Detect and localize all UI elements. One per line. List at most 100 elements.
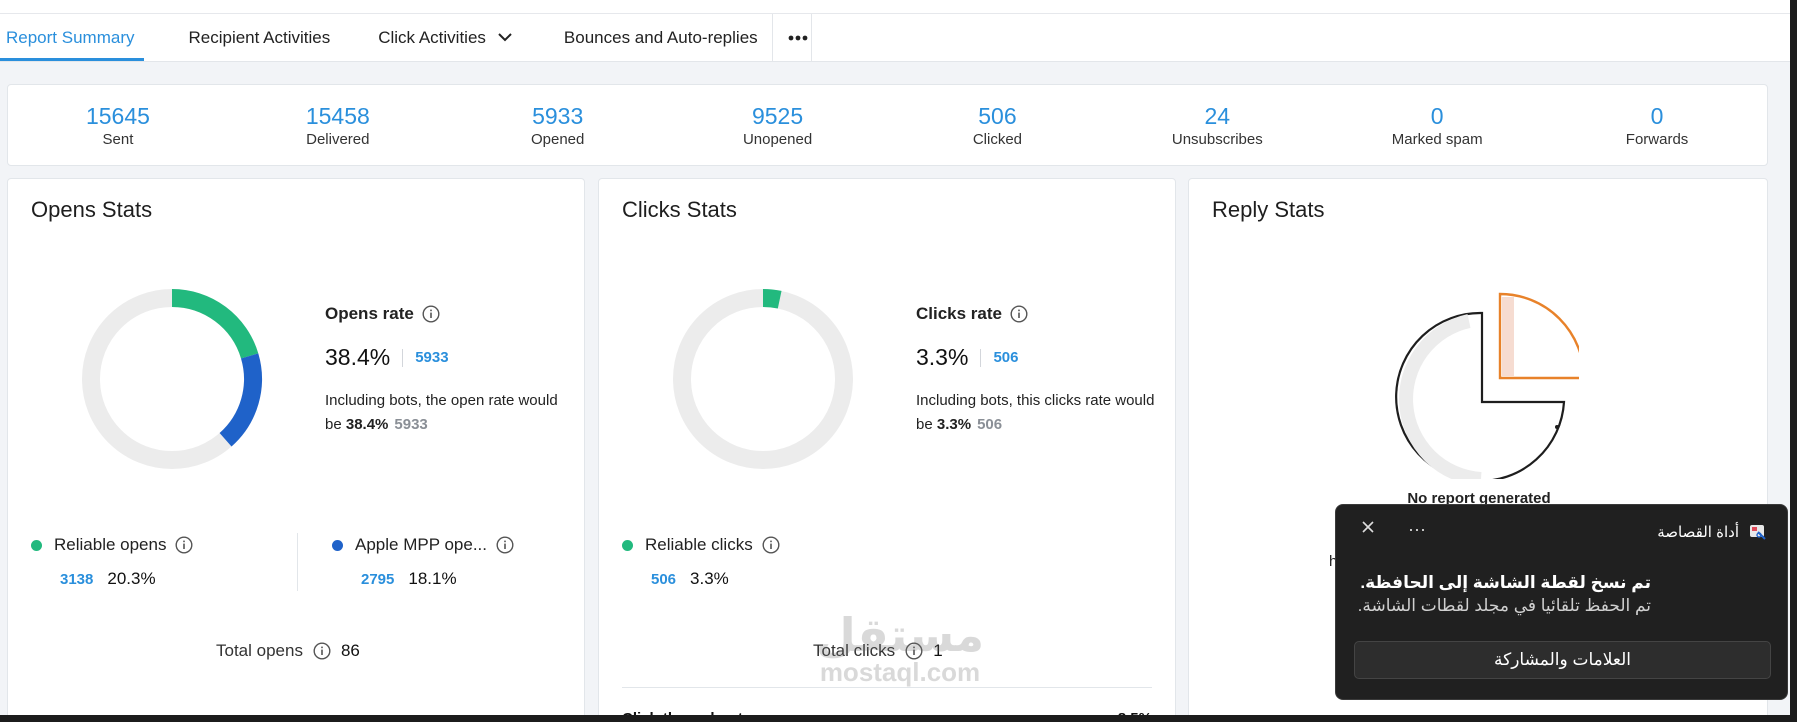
total-label: Total clicks (813, 641, 896, 660)
stat-value: 15458 (305, 103, 370, 129)
snipping-tool-notification: أداة القصاصة ··· تم نسخ لقطة الشاشة إلى … (1335, 504, 1788, 700)
stat-forwards[interactable]: 0 Forwards (1547, 85, 1767, 165)
opens-donut-chart (82, 289, 262, 469)
clicks-rate-title: Clicks rate (916, 304, 1156, 324)
legend-dot (332, 539, 343, 551)
legend-count[interactable]: 506 (651, 571, 676, 588)
bottom-edge (0, 715, 1797, 722)
stat-unsubscribes[interactable]: 24 Unsubscribes (1107, 85, 1327, 165)
empty-pie-illustration (1395, 292, 1579, 479)
legend-values-reliable-opens: 3138 20.3% (60, 569, 156, 589)
info-icon[interactable] (762, 536, 780, 554)
desc-count: 506 (977, 416, 1003, 433)
donut-segment-apple-mpp-opens[interactable] (219, 353, 262, 447)
toast-app-name: أداة القصاصة (1657, 524, 1739, 541)
summary-stats: 15645 Sent 15458 Delivered 5933 Opened 9525… (7, 84, 1768, 166)
legend-dot (622, 539, 633, 551)
report-tabs: Report Summary Recipient Activities Clic… (0, 14, 1790, 62)
total-label: Total opens (216, 641, 303, 660)
total-clicks: Total clicks 1 (813, 641, 943, 661)
clicks-rate-count[interactable]: 506 (993, 349, 1018, 366)
desc-percent: 38.4% (345, 416, 389, 433)
tab-bounces-auto-replies[interactable]: Bounces and Auto-replies (558, 14, 764, 61)
stat-value: 506 (978, 103, 1017, 129)
info-icon[interactable] (422, 305, 440, 323)
opens-stats-panel: Opens Stats Opens rate 38.4% 5933 Includ… (7, 178, 585, 722)
clicks-donut-chart (673, 289, 853, 469)
legend-percent: 20.3% (107, 569, 156, 588)
opens-rate-percent: 38.4% (325, 344, 391, 370)
scrollbar[interactable] (1790, 0, 1797, 722)
clicks-rate-block: Clicks rate 3.3% 506 Including bots, thi… (916, 304, 1156, 437)
info-icon[interactable] (175, 536, 193, 554)
panel-title: Opens Stats (31, 197, 153, 222)
stat-value: 24 (1204, 103, 1231, 129)
more-horizontal-icon (788, 35, 808, 40)
stat-value: 0 (1650, 103, 1664, 129)
more-tabs-button[interactable] (771, 14, 812, 61)
legend-reliable-opens: Reliable opens (31, 535, 193, 555)
opens-rate-description: Including bots, the open rate would be 3… (325, 389, 565, 437)
tab-report-summary[interactable]: Report Summary (0, 14, 145, 61)
stat-label: Unsubscribes (1171, 131, 1263, 148)
stat-label: Delivered (306, 131, 370, 148)
tab-click-activities[interactable]: Click Activities (372, 14, 518, 61)
clicks-stats-panel: Clicks Stats Clicks rate 3.3% 506 Includ… (598, 178, 1176, 722)
clicks-rate-description: Including bots, this clicks rate would b… (916, 389, 1156, 437)
stat-value: 9525 (751, 103, 804, 129)
stat-unopened[interactable]: 9525 Unopened (668, 85, 888, 165)
info-icon[interactable] (496, 536, 514, 554)
opens-rate-count[interactable]: 5933 (415, 349, 448, 366)
stat-marked-spam[interactable]: 0 Marked spam (1327, 85, 1547, 165)
toast-message: تم نسخ لقطة الشاشة إلى الحافظة. (1360, 573, 1651, 592)
toast-more-button[interactable]: ··· (1408, 519, 1426, 540)
clicks-rate-percent: 3.3% (916, 344, 969, 370)
stat-clicked[interactable]: 506 Clicked (888, 85, 1108, 165)
stat-opened[interactable]: 5933 Opened (448, 85, 668, 165)
donut-segment-reliable-clicks[interactable] (762, 289, 782, 309)
stat-sent[interactable]: 15645 Sent (8, 85, 228, 165)
markup-and-share-button[interactable]: العلامات والمشاركة (1354, 641, 1771, 679)
donut-track (673, 289, 853, 469)
stat-value: 15645 (85, 103, 150, 129)
chevron-down-icon (498, 33, 512, 42)
legend-dot (31, 539, 42, 551)
info-icon[interactable] (905, 642, 923, 660)
legend-count[interactable]: 2795 (361, 571, 394, 588)
donut-segment-reliable-opens[interactable] (171, 289, 259, 359)
legend-values-reliable-clicks: 506 3.3% (651, 569, 729, 589)
toast-submessage: تم الحفظ تلقائيا في مجلد لقطات الشاشة. (1357, 596, 1651, 615)
tab-label: Report Summary (6, 27, 135, 47)
snipping-tool-icon (1750, 525, 1766, 540)
desc-percent: 3.3% (936, 416, 972, 433)
info-icon[interactable] (313, 642, 331, 660)
stat-label: Marked spam (1391, 131, 1483, 148)
close-icon[interactable] (1360, 519, 1376, 535)
stat-value: 0 (1430, 103, 1444, 129)
legend-label: Apple MPP ope... (355, 535, 487, 554)
tab-recipient-activities[interactable]: Recipient Activities (182, 14, 336, 61)
divider (980, 348, 982, 367)
panel-title: Reply Stats (1212, 197, 1325, 222)
total-value: 86 (340, 641, 360, 660)
legend-divider (297, 533, 298, 591)
info-icon[interactable] (1010, 305, 1028, 323)
clicks-rate-line: 3.3% 506 (916, 344, 1156, 371)
legend-label: Reliable clicks (645, 535, 753, 554)
tab-label: Recipient Activities (188, 27, 331, 47)
rate-title-text: Clicks rate (916, 304, 1002, 323)
divider (622, 687, 1152, 688)
opens-rate-block: Opens rate 38.4% 5933 Including bots, th… (325, 304, 565, 437)
tab-label: Bounces and Auto-replies (563, 27, 758, 47)
panel-title: Clicks Stats (622, 197, 737, 222)
stat-delivered[interactable]: 15458 Delivered (228, 85, 448, 165)
desc-count: 5933 (394, 416, 428, 433)
toast-body: تم نسخ لقطة الشاشة إلى الحافظة. تم الحفظ… (1358, 571, 1651, 617)
rate-title-text: Opens rate (325, 304, 414, 323)
total-opens: Total opens 86 (216, 641, 360, 661)
stat-label: Forwards (1625, 131, 1689, 148)
stat-label: Opened (530, 131, 585, 148)
legend-count[interactable]: 3138 (60, 571, 93, 588)
legend-values-apple-mpp-opens: 2795 18.1% (361, 569, 457, 589)
total-value: 1 (933, 641, 943, 660)
